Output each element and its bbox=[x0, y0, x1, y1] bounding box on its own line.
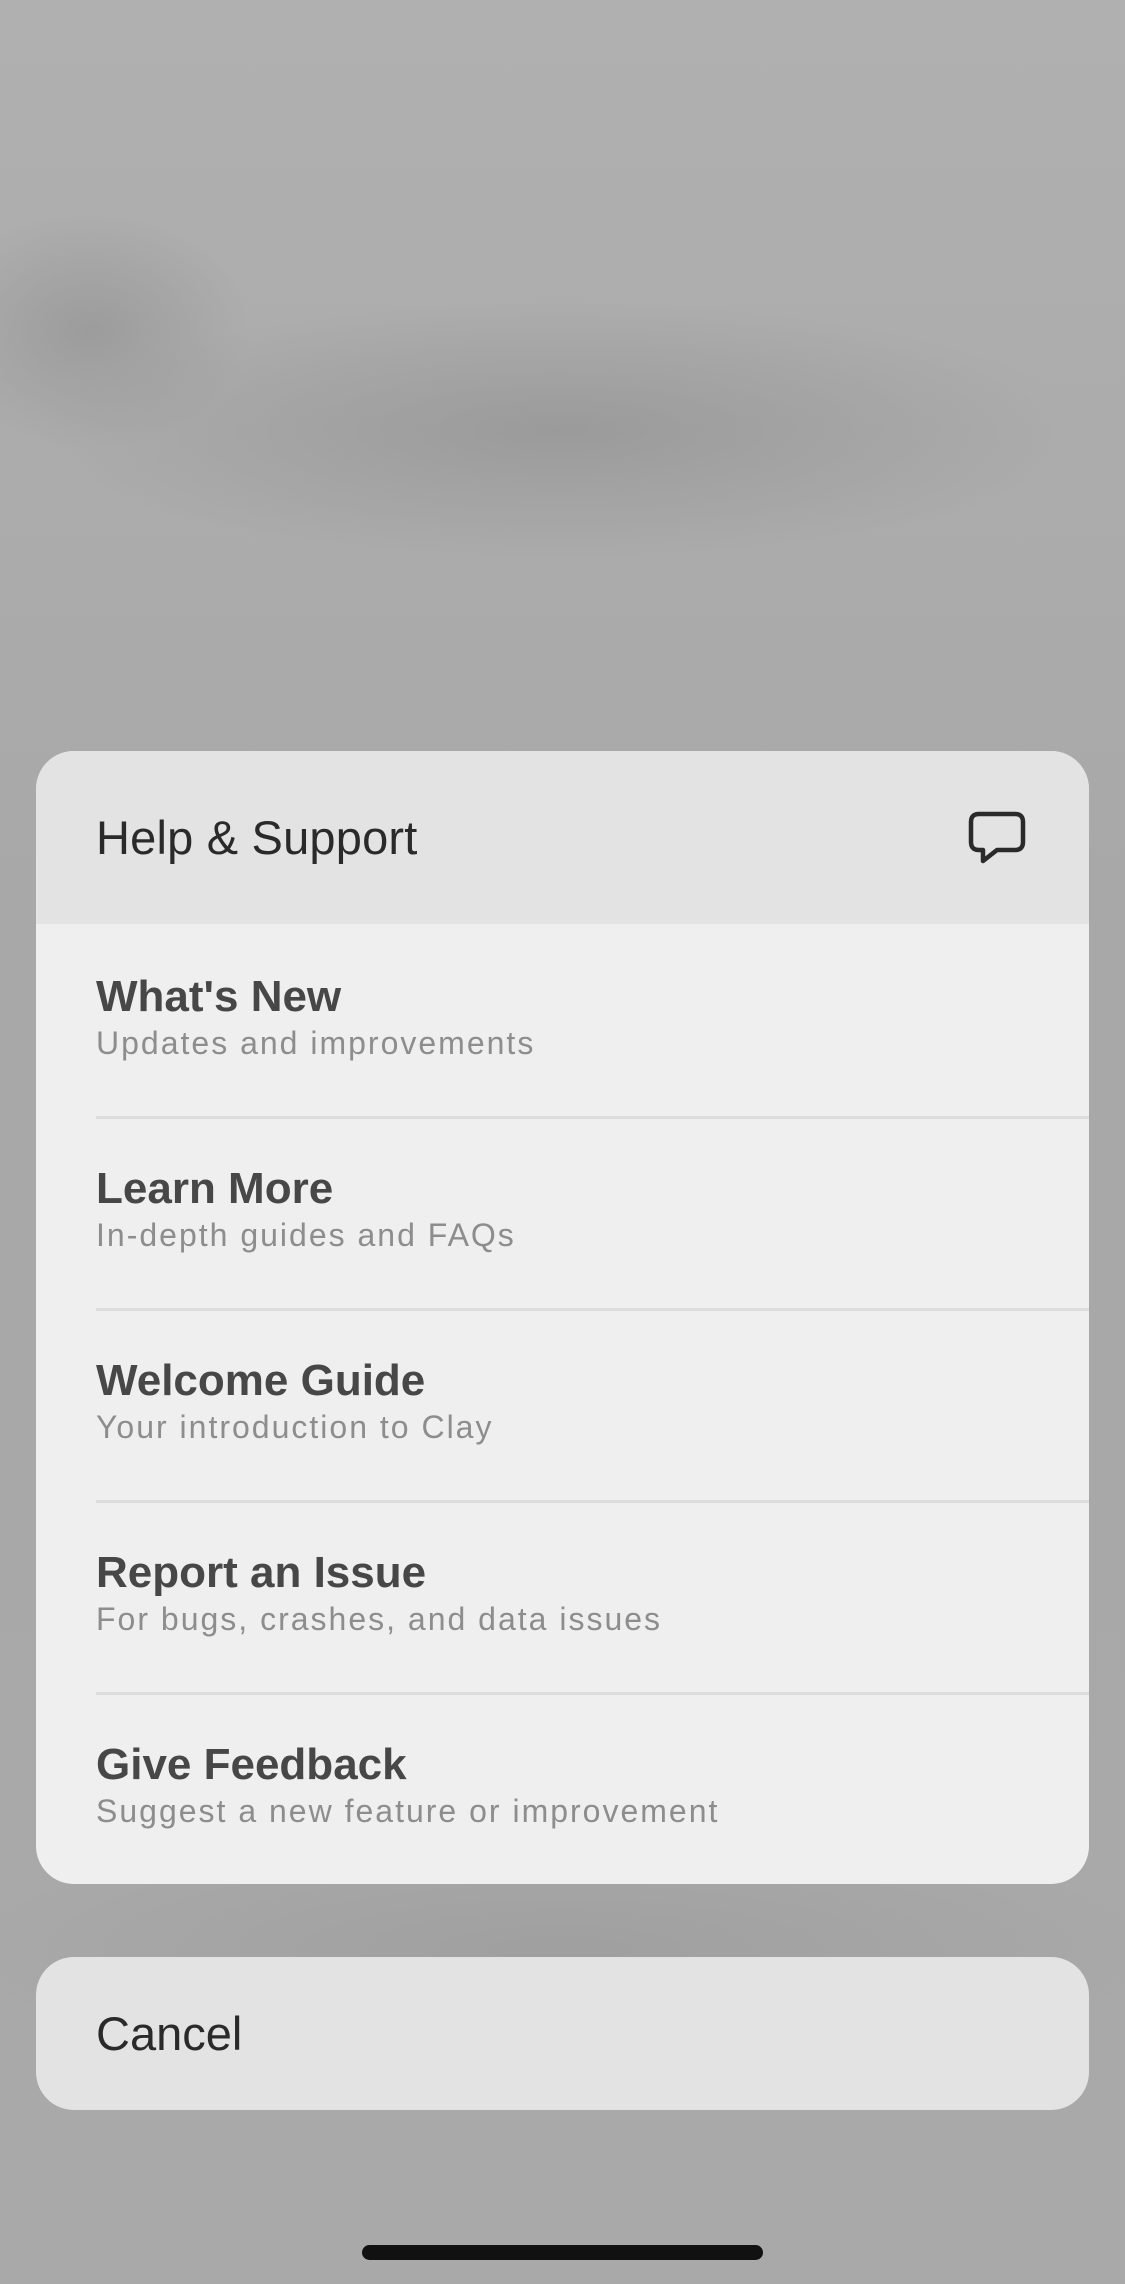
home-indicator[interactable] bbox=[362, 2245, 763, 2260]
menu-item-subtitle: Suggest a new feature or improvement bbox=[96, 1793, 720, 1829]
sheet-header: Help & Support bbox=[36, 751, 1089, 924]
chat-bubble-icon bbox=[968, 811, 1026, 863]
menu-item-welcome-guide[interactable]: Welcome Guide Your introduction to Clay bbox=[36, 1308, 1089, 1500]
menu-item-subtitle: Updates and improvements bbox=[96, 1025, 536, 1061]
cancel-label: Cancel bbox=[96, 2007, 243, 2060]
cancel-button[interactable]: Cancel bbox=[36, 1957, 1089, 2110]
menu-item-title: Welcome Guide bbox=[96, 1356, 426, 1405]
menu-item-learn-more[interactable]: Learn More In-depth guides and FAQs bbox=[36, 1116, 1089, 1308]
menu-item-title: Learn More bbox=[96, 1164, 334, 1213]
menu-item-subtitle: Your introduction to Clay bbox=[96, 1409, 494, 1445]
menu-item-title: What's New bbox=[96, 972, 342, 1021]
menu-item-subtitle: For bugs, crashes, and data issues bbox=[96, 1601, 663, 1637]
help-support-action-sheet: Help & Support What's New Updates and im… bbox=[36, 751, 1089, 1884]
menu-item-subtitle: In-depth guides and FAQs bbox=[96, 1217, 516, 1253]
menu-item-title: Give Feedback bbox=[96, 1740, 407, 1789]
menu-item-title: Report an Issue bbox=[96, 1548, 427, 1597]
sheet-title: Help & Support bbox=[96, 811, 418, 864]
menu-item-give-feedback[interactable]: Give Feedback Suggest a new feature or i… bbox=[36, 1692, 1089, 1884]
menu-item-report-issue[interactable]: Report an Issue For bugs, crashes, and d… bbox=[36, 1500, 1089, 1692]
menu-item-whats-new[interactable]: What's New Updates and improvements bbox=[36, 924, 1089, 1116]
